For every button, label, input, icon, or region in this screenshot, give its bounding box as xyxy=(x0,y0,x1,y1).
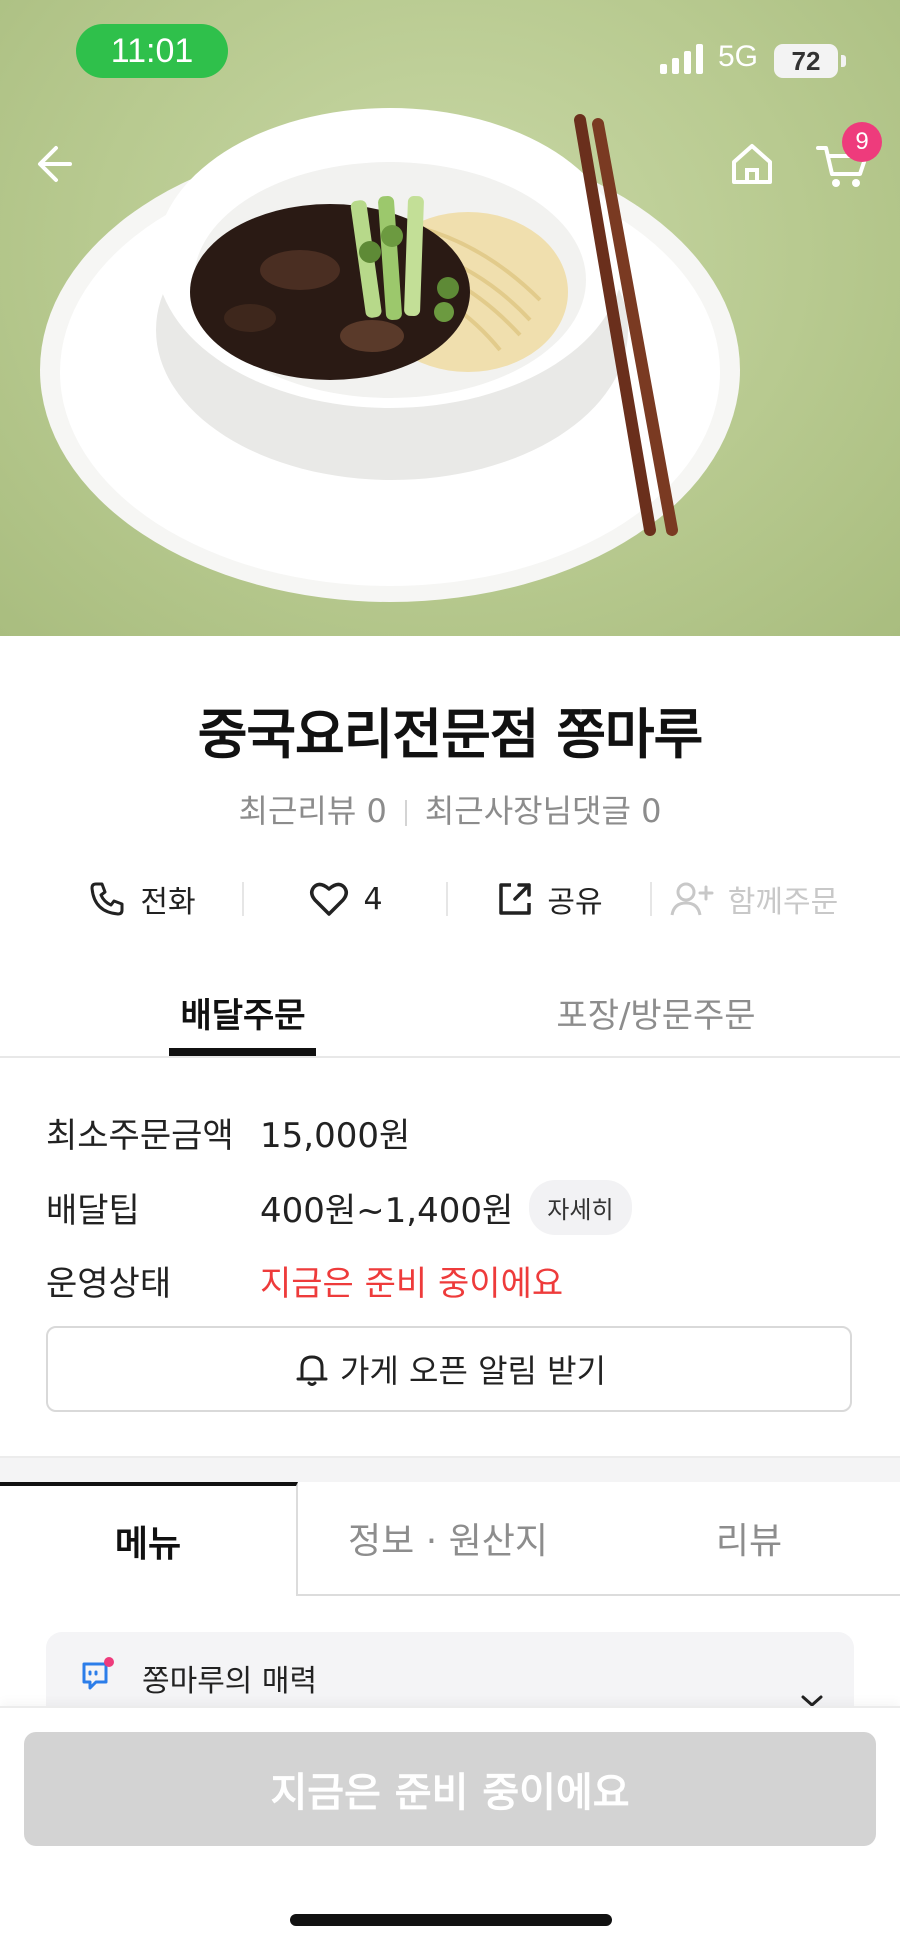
review-summary: 최근리뷰 0 최근사장님댓글 0 xyxy=(0,786,900,832)
phone-icon xyxy=(90,882,124,916)
content-tabs: 메뉴 정보 · 원산지 리뷰 xyxy=(0,1482,900,1598)
call-label: 전화 xyxy=(140,885,196,920)
jajangmyeon-photo xyxy=(40,108,740,602)
like-count: 4 xyxy=(363,881,383,917)
active-tab-indicator xyxy=(169,1048,316,1056)
call-button[interactable]: 전화 xyxy=(40,866,244,932)
delivery-tip-value: 400원~1,400원 xyxy=(260,1191,514,1231)
back-arrow-icon[interactable] xyxy=(30,136,86,192)
like-button[interactable]: 4 xyxy=(244,866,448,932)
delivery-tip-detail-button[interactable]: 자세히 xyxy=(529,1180,632,1235)
tab-menu[interactable]: 메뉴 xyxy=(0,1482,298,1596)
tab-reviews[interactable]: 리뷰 xyxy=(598,1482,900,1596)
signal-icon xyxy=(660,44,703,74)
delivery-tip-label: 배달팁 xyxy=(46,1191,140,1231)
min-order-row: 최소주문금액 15,000원 xyxy=(46,1108,410,1157)
recent-owner-comments-link[interactable]: 최근사장님댓글 0 xyxy=(425,792,662,830)
share-icon xyxy=(499,883,532,915)
min-order-value: 15,000원 xyxy=(260,1116,411,1156)
open-alert-button[interactable]: 가게 오픈 알림 받기 xyxy=(46,1326,852,1412)
open-alert-label: 가게 오픈 알림 받기 xyxy=(339,1352,607,1390)
order-type-tabs: 배달주문 포장/방문주문 xyxy=(0,976,900,1058)
add-person-icon xyxy=(670,882,714,916)
store-actions: 전화 4 공유 함께주문 xyxy=(0,866,900,932)
speech-bubble-icon xyxy=(82,1657,114,1690)
group-order-label: 함께주문 xyxy=(727,885,839,920)
cart-count-badge: 9 xyxy=(842,122,882,162)
group-order-button[interactable]: 함께주문 xyxy=(652,866,856,932)
share-button[interactable]: 공유 xyxy=(448,866,652,932)
tab-pickup-order[interactable]: 포장/방문주문 xyxy=(526,988,786,1037)
tab-info-origin[interactable]: 정보 · 원산지 xyxy=(298,1482,598,1596)
operation-status-row: 운영상태 지금은 준비 중이에요 xyxy=(46,1256,563,1305)
share-label: 공유 xyxy=(547,885,603,920)
delivery-tip-row: 배달팁 400원~1,400원 자세히 xyxy=(46,1180,632,1235)
operation-status-label: 운영상태 xyxy=(46,1264,172,1304)
min-order-label: 최소주문금액 xyxy=(46,1116,234,1156)
hero-photo: 11:01 5G 72 9 xyxy=(0,0,900,636)
divider xyxy=(404,800,407,826)
store-title: 중국요리전문점 쫑마루 xyxy=(197,703,704,766)
battery-indicator: 72 xyxy=(774,44,846,78)
tab-delivery-order[interactable]: 배달주문 xyxy=(170,988,316,1037)
network-label: 5G xyxy=(718,40,759,73)
home-indicator xyxy=(290,1914,612,1926)
recent-reviews-link[interactable]: 최근리뷰 0 xyxy=(239,792,387,830)
store-charm-label: 쫑마루의 매력 xyxy=(142,1664,318,1699)
status-time: 11:01 xyxy=(76,24,228,78)
heart-icon xyxy=(310,882,349,916)
bell-icon xyxy=(296,1355,328,1386)
operation-status-value: 지금은 준비 중이에요 xyxy=(260,1264,564,1304)
home-icon[interactable] xyxy=(724,136,780,192)
section-divider xyxy=(0,1456,900,1484)
order-button[interactable]: 지금은 준비 중이에요 xyxy=(24,1732,876,1846)
